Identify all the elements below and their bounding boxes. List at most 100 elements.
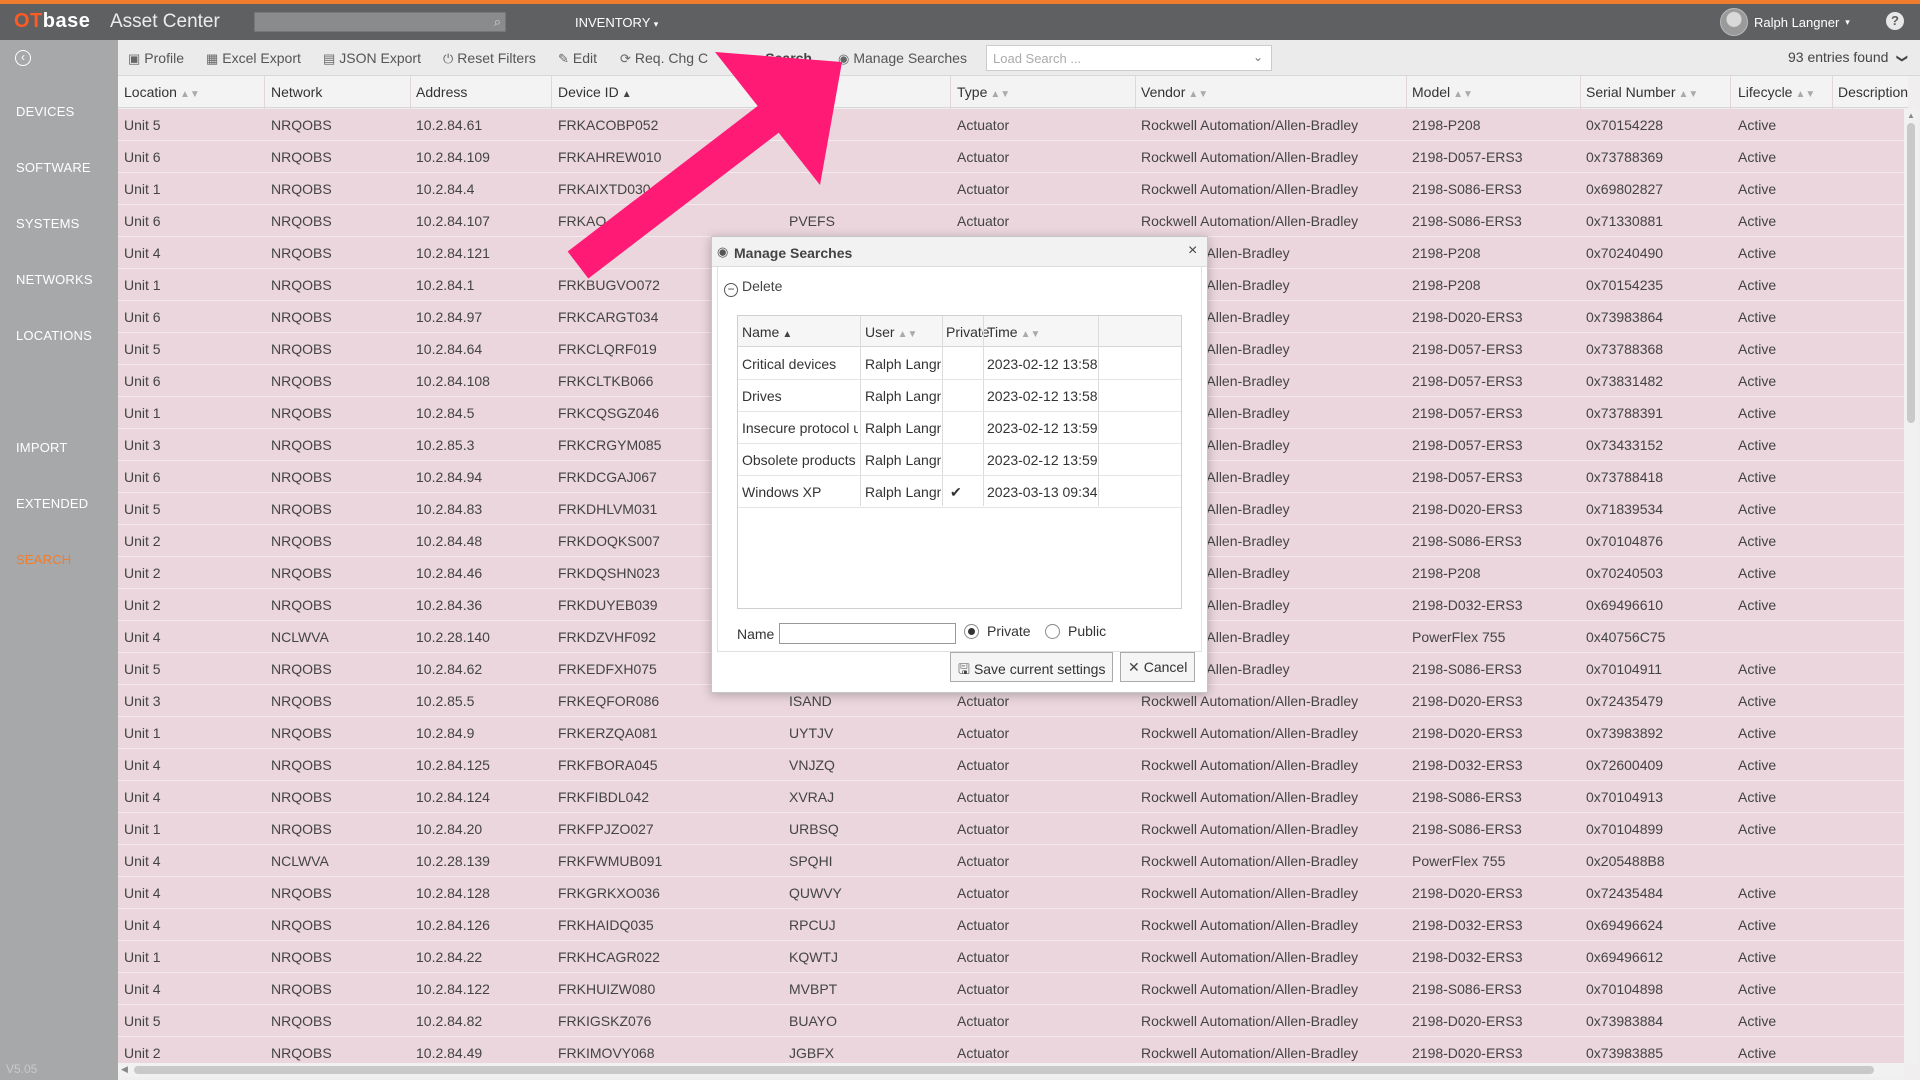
column-header-model[interactable]: Model ▲▼ — [1412, 84, 1473, 100]
inventory-menu[interactable]: INVENTORY ▾ — [575, 15, 658, 30]
collapse-icon[interactable]: ❯ — [1896, 54, 1909, 63]
delete-button[interactable]: − Delete — [724, 278, 782, 297]
manage-searches-button[interactable]: ◉ Manage Searches — [838, 50, 967, 67]
cell-lifecycle: Active — [1738, 981, 1777, 997]
save-current-settings-button[interactable]: 🖫 Save current settings — [950, 652, 1114, 682]
search-name-input[interactable] — [779, 623, 956, 644]
search-label: Search — [765, 50, 812, 66]
table-row[interactable]: Unit 6 NRQOBS 10.2.84.107 FRKAO PVEFS Actuato… — [118, 205, 1904, 237]
public-radio[interactable]: Public — [1045, 623, 1106, 639]
json-export-button[interactable]: ▤ JSON Export — [323, 50, 421, 67]
table-row[interactable]: Unit 4 NRQOBS 10.2.84.128 FRKGRKXO036 QUWVY A… — [118, 877, 1904, 909]
private-radio[interactable]: Private — [964, 623, 1031, 639]
saved-search-row[interactable]: Drives Ralph Langner 2023-02-12 13:58:32 — [738, 380, 1181, 412]
sort-ascending-icon: ▲ — [782, 329, 793, 340]
saved-searches-table: Name ▲ User ▲▼ Private Time ▲▼ Critical dev… — [737, 315, 1182, 609]
column-header-location[interactable]: Location ▲▼ — [124, 84, 200, 100]
cell-address: 10.2.84.49 — [416, 1045, 483, 1061]
cell-user: Ralph Langner — [865, 420, 941, 436]
search-button[interactable]: ⌕ Search — [754, 50, 812, 67]
cell-address: 10.2.85.3 — [416, 437, 475, 453]
help-icon[interactable]: ? — [1886, 12, 1904, 30]
column-header-description[interactable]: Description — [1838, 84, 1908, 100]
table-row[interactable]: Unit 6 NRQOBS 10.2.84.109 FRKAHREW010 Actuat… — [118, 141, 1904, 173]
sidebar-item-networks[interactable]: NETWORKS — [16, 272, 93, 287]
column-header-user[interactable]: User ▲▼ — [865, 324, 917, 340]
request-change-button[interactable]: ⟳ Req. Chg C — [620, 50, 708, 67]
table-row[interactable]: Unit 4 NCLWVA 10.2.28.139 FRKFWMUB091 SPQHI A… — [118, 845, 1904, 877]
cell-lifecycle: Active — [1738, 597, 1777, 613]
cell-serial-number: 0x73788391 — [1586, 405, 1664, 421]
column-header-label: Network — [271, 84, 323, 100]
saved-search-row[interactable]: Obsolete products Ralph Langner 2023-02-12… — [738, 444, 1181, 476]
scroll-thumb[interactable] — [1907, 123, 1915, 423]
vertical-scrollbar[interactable]: ▲ — [1904, 109, 1918, 1063]
close-icon[interactable]: × — [1188, 242, 1197, 260]
scroll-left-icon[interactable]: ◀ — [121, 1064, 128, 1075]
table-row[interactable]: Unit 4 NRQOBS 10.2.84.125 FRKFBORA045 VNJZQ A… — [118, 749, 1904, 781]
saved-search-row[interactable]: Insecure protocol usage Ralph Langner 2023… — [738, 412, 1181, 444]
column-header-network[interactable]: Network — [271, 84, 322, 100]
inventory-menu-label: INVENTORY — [575, 15, 651, 30]
profile-button[interactable]: ▣ Profile — [128, 50, 184, 67]
cell-model: 2198-D057-ERS3 — [1412, 341, 1523, 357]
column-header-name[interactable]: Name ▲ — [742, 324, 792, 340]
column-header-device-id[interactable]: Device ID ▲ — [558, 84, 632, 100]
table-row[interactable]: Unit 5 NRQOBS 10.2.84.61 FRKACOBP052 Actuato… — [118, 109, 1904, 141]
chevron-down-icon: ▾ — [653, 19, 659, 29]
cell-vendor: Rockwell Automation/Allen-Bradley — [1141, 821, 1359, 837]
load-search-select[interactable]: Load Search ... ⌄ — [986, 45, 1272, 71]
column-header-type[interactable]: Type ▲▼ — [957, 84, 1010, 100]
cell-model: 2198-D057-ERS3 — [1412, 405, 1523, 421]
saved-search-row[interactable]: Critical devices Ralph Langner 2023-02-12 … — [738, 348, 1181, 380]
column-header-vendor[interactable]: Vendor ▲▼ — [1141, 84, 1208, 100]
cell-lifecycle: Active — [1738, 341, 1777, 357]
table-row[interactable]: Unit 1 NRQOBS 10.2.84.4 FRKAIXTD030 Actuator… — [118, 173, 1904, 205]
cell-user: Ralph Langner — [865, 356, 941, 372]
back-icon[interactable]: ‹ — [15, 50, 31, 66]
sidebar-item-import[interactable]: IMPORT — [16, 440, 68, 455]
otbase-logo[interactable]: OTbase — [14, 10, 90, 33]
reset-filters-button[interactable]: ⏻ Reset Filters — [443, 50, 536, 67]
scroll-thumb[interactable] — [134, 1066, 1874, 1074]
sidebar-item-systems[interactable]: SYSTEMS — [16, 216, 80, 231]
sidebar-item-software[interactable]: SOFTWARE — [16, 160, 91, 175]
radio-unselected-icon — [1045, 623, 1060, 639]
saved-search-row[interactable]: Windows XP Ralph Langner ✔ 2023-03-13 09:34… — [738, 476, 1181, 508]
column-header-serial-number[interactable]: Serial Number ▲▼ — [1586, 84, 1698, 100]
column-header-address[interactable]: Address — [416, 84, 467, 100]
column-header-time[interactable]: Time ▲▼ — [987, 324, 1040, 340]
cell-model: 2198-D020-ERS3 — [1412, 725, 1523, 741]
cell-lifecycle: Active — [1738, 277, 1777, 293]
cell-address: 10.2.84.48 — [416, 533, 483, 549]
table-row[interactable]: Unit 1 NRQOBS 10.2.84.9 FRKERZQA081 UYTJV Act… — [118, 717, 1904, 749]
sidebar-item-locations[interactable]: LOCATIONS — [16, 328, 92, 343]
private-radio-label: Private — [987, 623, 1031, 639]
global-search-input[interactable]: ⌕ — [254, 12, 506, 32]
cell-location: Unit 3 — [124, 437, 161, 453]
cell-model: 2198-D032-ERS3 — [1412, 597, 1523, 613]
entries-count: 93 entries found ❯ — [1788, 49, 1908, 65]
user-menu[interactable]: Ralph Langner ▾ — [1720, 8, 1850, 36]
table-row[interactable]: Unit 4 NRQOBS 10.2.84.122 FRKHUIZW080 MVBPT A… — [118, 973, 1904, 1005]
table-row[interactable]: Unit 4 NRQOBS 10.2.84.124 FRKFIBDL042 XVRAJ A… — [118, 781, 1904, 813]
sidebar-item-extended[interactable]: EXTENDED — [16, 496, 88, 511]
table-row[interactable]: Unit 4 NRQOBS 10.2.84.126 FRKHAIDQ035 RPCUJ A… — [118, 909, 1904, 941]
edit-button[interactable]: ✎ Edit — [558, 50, 597, 67]
horizontal-scrollbar[interactable]: ◀ — [118, 1063, 1904, 1077]
sidebar-item-devices[interactable]: DEVICES — [16, 104, 74, 119]
cell-location: Unit 4 — [124, 789, 161, 805]
column-header-lifecycle[interactable]: Lifecycle ▲▼ — [1738, 84, 1815, 100]
json-export-label: JSON Export — [339, 50, 421, 66]
table-row[interactable]: Unit 2 NRQOBS 10.2.84.49 FRKIMOVY068 JGBFX Ac… — [118, 1037, 1904, 1063]
cell-location: Unit 1 — [124, 821, 161, 837]
cancel-button[interactable]: ✕ Cancel — [1120, 652, 1196, 682]
cell-private: ✔ — [950, 484, 962, 500]
sidebar-item-search[interactable]: SEARCH — [16, 552, 71, 567]
table-row[interactable]: Unit 1 NRQOBS 10.2.84.20 FRKFPJZO027 URBSQ Ac… — [118, 813, 1904, 845]
scroll-up-icon[interactable]: ▲ — [1907, 111, 1915, 120]
cell-network: NRQOBS — [271, 469, 332, 485]
excel-export-button[interactable]: ▦ Excel Export — [206, 50, 301, 67]
table-row[interactable]: Unit 1 NRQOBS 10.2.84.22 FRKHCAGR022 KQWTJ Ac… — [118, 941, 1904, 973]
table-row[interactable]: Unit 5 NRQOBS 10.2.84.82 FRKIGSKZ076 BUAYO Ac… — [118, 1005, 1904, 1037]
